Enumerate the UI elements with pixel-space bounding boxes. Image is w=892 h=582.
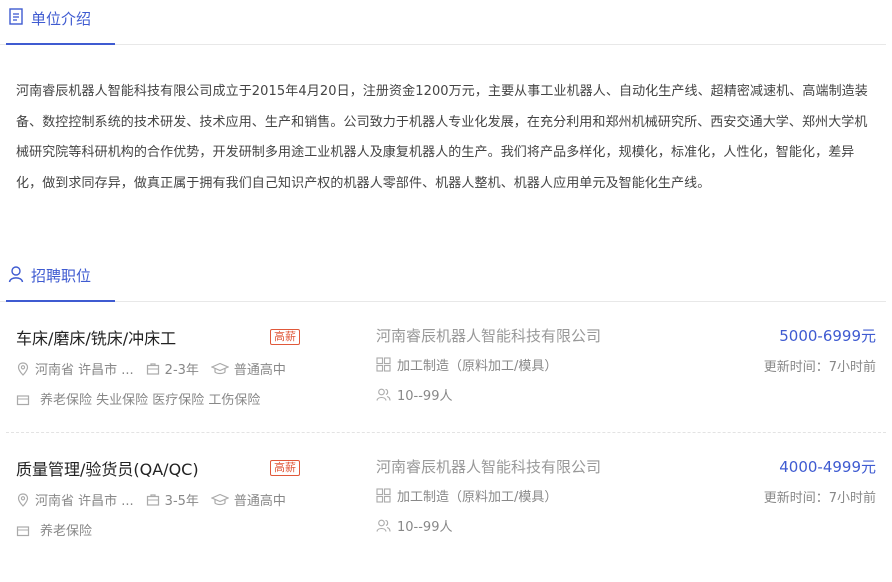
gift-icon (16, 525, 30, 536)
job-benefits: 养老保险 (40, 524, 93, 539)
location-pin-icon (17, 361, 29, 376)
graduation-cap-icon (210, 493, 229, 505)
document-icon (9, 8, 23, 25)
salary: 5000-6999元 (779, 327, 876, 345)
company-intro-header: 单位介绍 (0, 0, 886, 45)
high-salary-badge: 高薪 (270, 460, 300, 476)
briefcase-icon (146, 362, 159, 375)
job-requirements: 河南省 许昌市 ... 2-3年 普通高中 (16, 359, 286, 378)
company-intro-title: 单位介绍 (31, 10, 92, 28)
job-benefits-row: 养老保险 (16, 520, 92, 539)
job-item[interactable]: 质量管理/验货员(QA/QC) 高薪 河南省 许昌市 ... 3-5年 普通高中… (0, 456, 886, 582)
company-name[interactable]: 河南睿辰机器人智能科技有限公司 (376, 325, 601, 346)
company-size: 10--99人 (376, 516, 452, 535)
people-icon (376, 388, 391, 401)
user-icon (8, 266, 24, 283)
company-industry: 加工制造（原料加工/模具） (376, 486, 557, 505)
graduation-cap-icon (210, 362, 229, 374)
company-industry: 加工制造（原料加工/模具） (376, 355, 557, 374)
company-intro-text: 河南睿辰机器人智能科技有限公司成立于2015年4月20日，注册资金1200万元，… (16, 84, 868, 191)
location-pin-icon (17, 492, 29, 507)
job-location: 河南省 许昌市 ... (35, 363, 134, 378)
job-experience: 2-3年 (164, 363, 199, 378)
salary: 4000-4999元 (779, 458, 876, 476)
update-time: 更新时间：7小时前 (763, 491, 876, 506)
job-requirements: 河南省 许昌市 ... 3-5年 普通高中 (16, 490, 286, 509)
grid-icon (376, 357, 391, 372)
size-label: 10--99人 (397, 520, 453, 535)
briefcase-icon (146, 493, 159, 506)
job-education: 普通高中 (233, 363, 286, 378)
active-tab-underline (6, 43, 115, 45)
job-location: 河南省 许昌市 ... (35, 494, 134, 509)
job-benefits: 养老保险 失业保险 医疗保险 工伤保险 (40, 393, 261, 408)
high-salary-badge: 高薪 (270, 329, 300, 345)
company-size: 10--99人 (376, 385, 452, 404)
jobs-section-header: 招聘职位 (0, 257, 886, 302)
update-time: 更新时间：7小时前 (763, 360, 876, 375)
job-benefits-row: 养老保险 失业保险 医疗保险 工伤保险 (16, 389, 260, 408)
industry-label: 加工制造（原料加工/模具） (397, 359, 558, 374)
job-divider (6, 432, 886, 433)
people-icon (376, 519, 391, 532)
job-title[interactable]: 车床/磨床/铣床/冲床工 (16, 325, 176, 349)
gift-icon (16, 394, 30, 405)
job-experience: 3-5年 (164, 494, 199, 509)
grid-icon (376, 488, 391, 503)
active-tab-underline (6, 300, 115, 302)
job-title[interactable]: 质量管理/验货员(QA/QC) (16, 456, 199, 480)
jobs-section-title: 招聘职位 (31, 267, 92, 285)
company-name[interactable]: 河南睿辰机器人智能科技有限公司 (376, 456, 601, 477)
job-education: 普通高中 (233, 494, 286, 509)
industry-label: 加工制造（原料加工/模具） (397, 490, 558, 505)
size-label: 10--99人 (397, 389, 453, 404)
